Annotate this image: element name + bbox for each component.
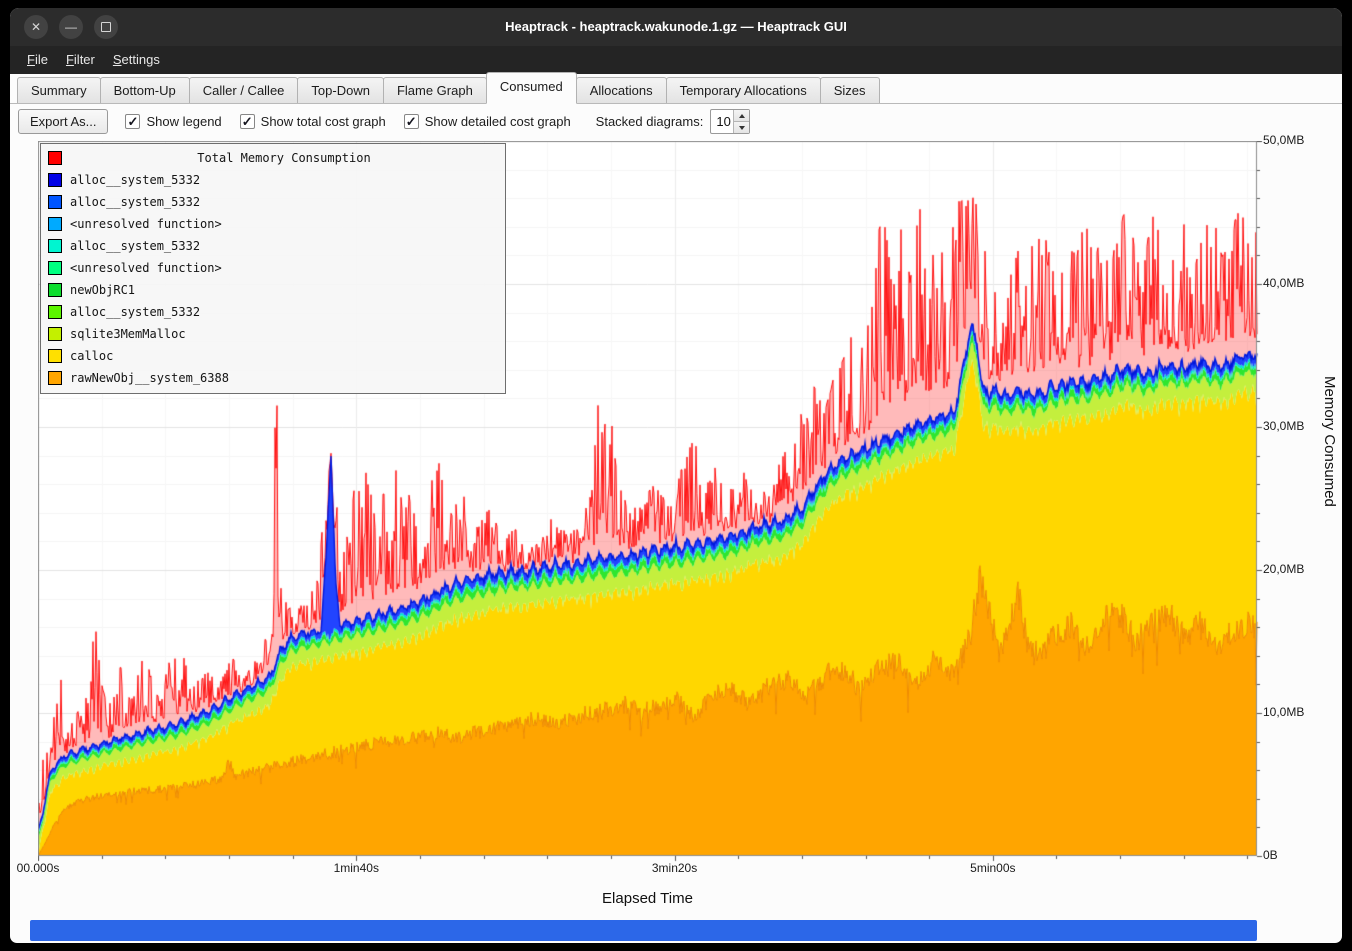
stacked-diagrams-label: Stacked diagrams: [596, 114, 704, 129]
tab-consumed[interactable]: Consumed [486, 72, 577, 104]
stacked-diagrams-value: 10 [711, 110, 733, 133]
checkbox-show-legend[interactable]: ✓ Show legend [125, 114, 221, 129]
tab-caller-callee[interactable]: Caller / Callee [189, 77, 299, 103]
checkbox-group: ✓ Show legend ✓ Show total cost graph ✓ Show … [125, 114, 570, 129]
spin-down-icon [739, 126, 745, 130]
checkbox-box[interactable]: ✓ [240, 114, 255, 129]
x-axis-title: Elapsed Time [38, 890, 1257, 907]
toolbar: Export As... ✓ Show legend ✓ Show total cos… [10, 105, 1342, 138]
y-tick-label: 30,0MB [1263, 419, 1304, 433]
menu-file[interactable]: File [18, 46, 57, 74]
tab-flame-graph[interactable]: Flame Graph [383, 77, 487, 103]
minimize-icon: — [65, 21, 77, 33]
menu-accel: F [66, 52, 74, 67]
tab-top-down[interactable]: Top-Down [297, 77, 384, 103]
export-as-button[interactable]: Export As... [18, 109, 108, 134]
tab-allocations[interactable]: Allocations [576, 77, 667, 103]
checkbox-label: Show total cost graph [261, 114, 386, 129]
checkbox-show-detailed-cost-graph[interactable]: ✓ Show detailed cost graph [404, 114, 571, 129]
maximize-button[interactable] [94, 15, 118, 39]
stacked-diagrams-spinbox[interactable]: 10 [710, 109, 750, 134]
app-window: ✕— Heaptrack - heaptrack.wakunode.1.gz —… [10, 8, 1342, 943]
stacked-diagrams-group: Stacked diagrams: 10 [596, 109, 751, 134]
y-axis-title: Memory Consumed [1316, 141, 1338, 856]
titlebar: ✕— Heaptrack - heaptrack.wakunode.1.gz —… [10, 8, 1342, 46]
tab-temporary-allocations[interactable]: Temporary Allocations [666, 77, 821, 103]
y-tick-label: 0B [1263, 848, 1278, 862]
tabbar: SummaryBottom-UpCaller / CalleeTop-DownF… [10, 74, 1342, 104]
close-icon: ✕ [31, 21, 41, 33]
checkbox-label: Show legend [146, 114, 221, 129]
minimize-button[interactable]: — [59, 15, 83, 39]
checkbox-box[interactable]: ✓ [404, 114, 419, 129]
timeline-bar[interactable] [30, 920, 1257, 941]
chart-region: Total Memory Consumptionalloc__system_53… [10, 8, 1342, 943]
tab-sizes[interactable]: Sizes [820, 77, 880, 103]
checkbox-box[interactable]: ✓ [125, 114, 140, 129]
checkbox-label: Show detailed cost graph [425, 114, 571, 129]
window-title: Heaptrack - heaptrack.wakunode.1.gz — He… [130, 8, 1222, 46]
checkbox-show-total-cost-graph[interactable]: ✓ Show total cost graph [240, 114, 386, 129]
menu-accel: S [113, 52, 122, 67]
menu-settings[interactable]: Settings [104, 46, 169, 74]
y-tick-label: 10,0MB [1263, 705, 1304, 719]
y-tick-label: 40,0MB [1263, 276, 1304, 290]
spin-down-button[interactable] [734, 121, 749, 133]
window-controls: ✕— [24, 15, 118, 39]
menu-filter[interactable]: Filter [57, 46, 104, 74]
menubar: FileFilterSettings [10, 46, 1342, 74]
memory-chart-canvas[interactable] [38, 141, 1265, 864]
close-button[interactable]: ✕ [24, 15, 48, 39]
spin-up-icon [739, 114, 745, 118]
y-tick-label: 20,0MB [1263, 562, 1304, 576]
spin-buttons [733, 110, 749, 133]
spin-up-button[interactable] [734, 110, 749, 121]
menu-accel: F [27, 52, 35, 67]
tab-bottom-up[interactable]: Bottom-Up [100, 77, 190, 103]
tab-summary[interactable]: Summary [17, 77, 101, 103]
maximize-icon [101, 22, 111, 32]
